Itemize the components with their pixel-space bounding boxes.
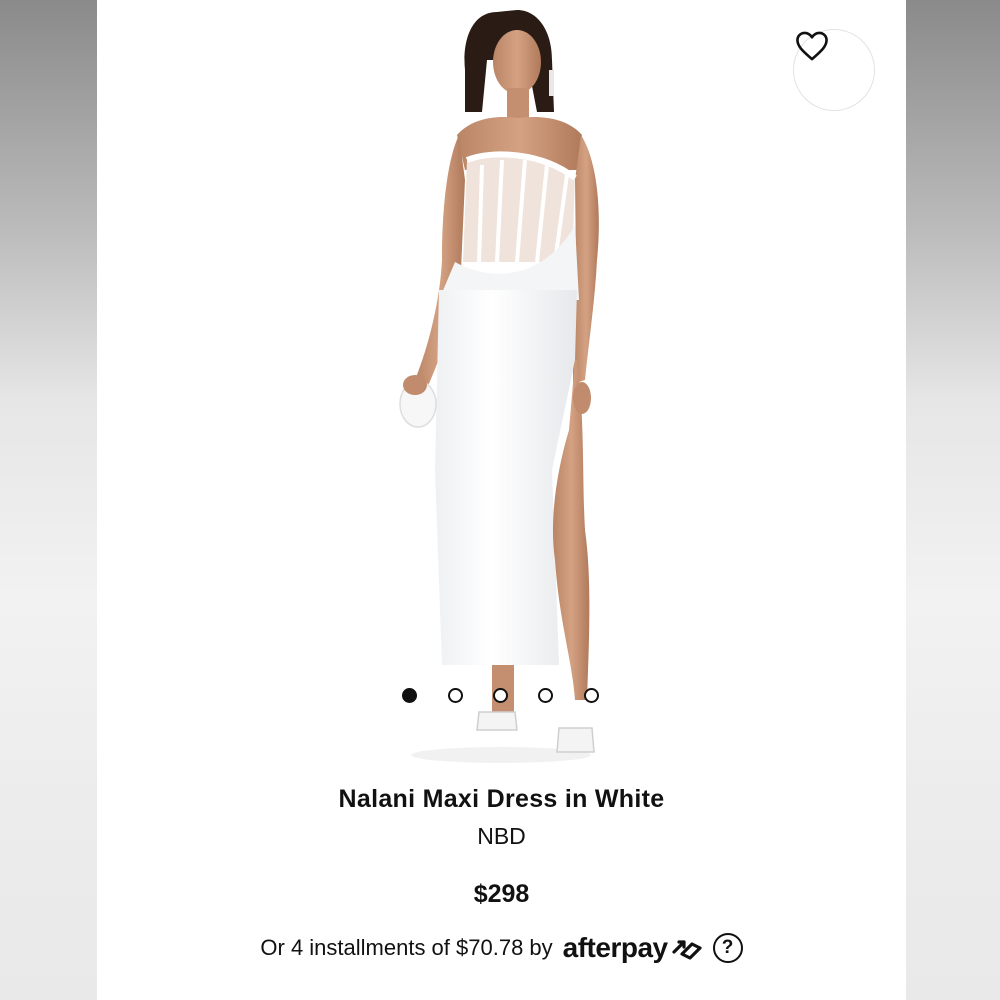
blurred-background-left: [0, 0, 97, 1000]
afterpay-arrows-icon: [670, 934, 704, 962]
installments-text: Or 4 installments of $70.78 by: [260, 935, 553, 960]
product-title: Nalani Maxi Dress in White: [338, 785, 665, 813]
product-brand[interactable]: NBD: [97, 823, 906, 850]
afterpay-installments: Or 4 installments of $70.78 by afterpay …: [97, 932, 906, 964]
blurred-background-right: [906, 0, 1000, 1000]
gallery-dot-2[interactable]: [448, 688, 463, 703]
gallery-dot-5[interactable]: [584, 688, 599, 703]
favorite-button[interactable]: [793, 29, 875, 111]
gallery-pagination: [97, 688, 906, 704]
gallery-dot-4[interactable]: [538, 688, 553, 703]
gallery-dot-1[interactable]: [402, 688, 417, 703]
model-photo: [399, 10, 599, 763]
product-image[interactable]: [97, 0, 906, 770]
product-price: $298: [473, 880, 530, 908]
afterpay-logo: afterpay: [562, 932, 668, 963]
product-card: Nalani Maxi Dress in White NBD $298 Or 4…: [97, 0, 906, 1000]
question-circle-icon[interactable]: ?: [712, 933, 743, 963]
gallery-dot-3[interactable]: [493, 688, 508, 703]
